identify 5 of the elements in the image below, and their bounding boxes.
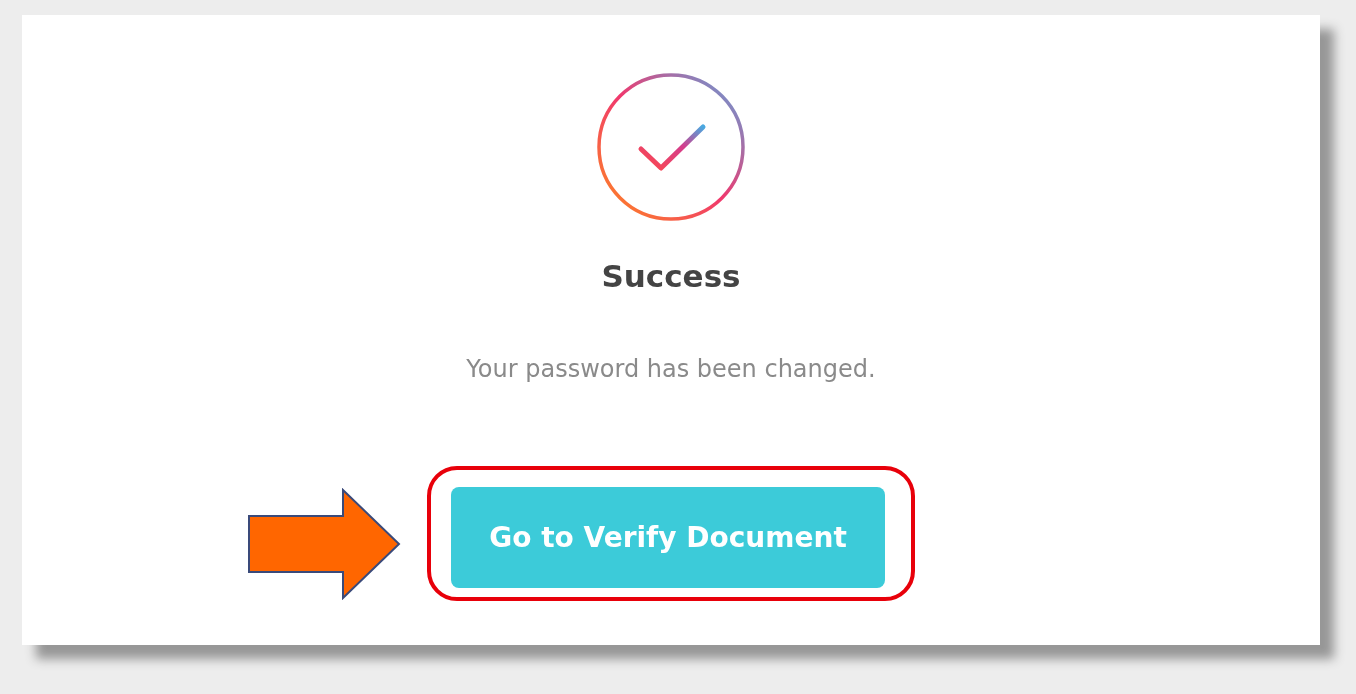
dialog-message: Your password has been changed. <box>466 354 876 384</box>
success-check-icon <box>596 72 746 222</box>
dialog-title: Success <box>601 257 741 296</box>
arrow-icon <box>247 488 401 600</box>
verify-document-button[interactable]: Go to Verify Document <box>451 487 885 588</box>
